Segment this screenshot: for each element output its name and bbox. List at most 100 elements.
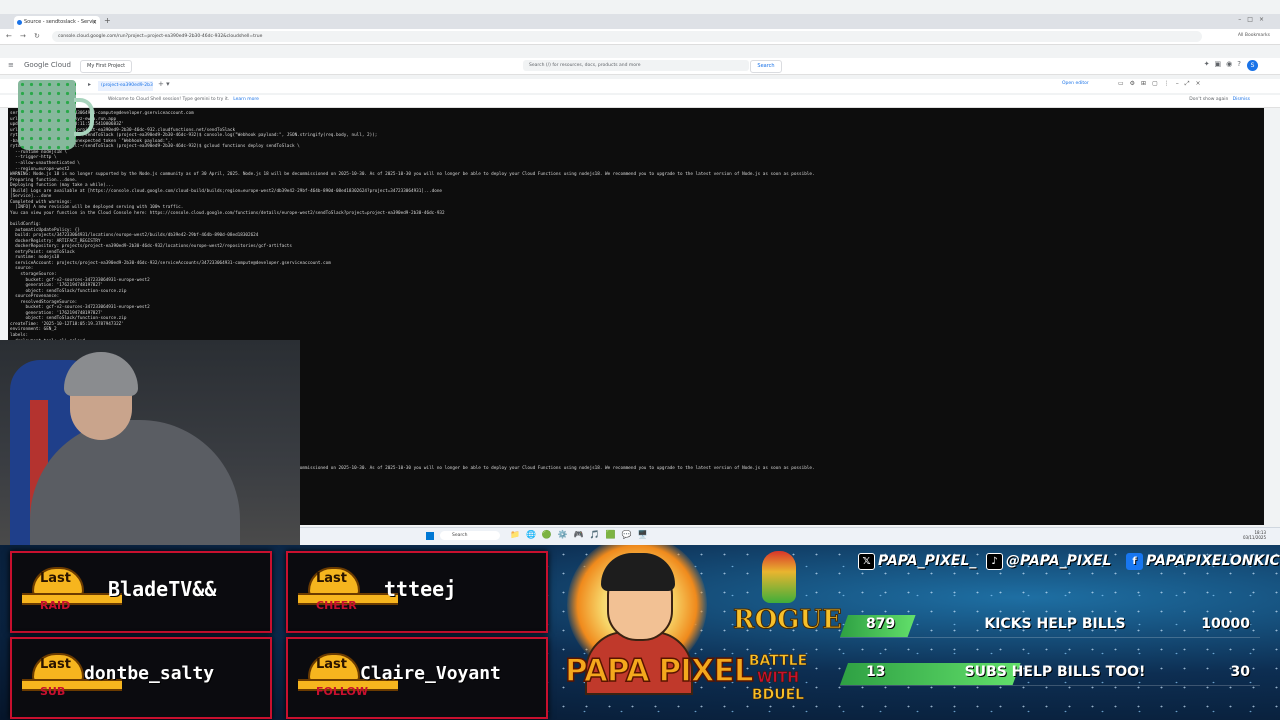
terminal-line: --region=europe-west2 — [10, 166, 70, 172]
terminal-line: [Build] Logs are available at [https://c… — [10, 188, 443, 194]
social-x: 𝕏 PAPA_PIXEL_ — [858, 553, 976, 570]
parrot-icon — [762, 551, 796, 603]
new-tab-icon[interactable]: + — [104, 16, 111, 25]
project-picker[interactable]: My First Project — [80, 60, 133, 73]
subs-label: SUBS HELP BILLS TOO! — [964, 664, 1146, 680]
terminal-line: environment: GEN_2 — [10, 327, 57, 333]
forward-icon[interactable]: → — [20, 32, 26, 40]
battle-with-bduel: BATTLE WITH BDUEL — [748, 653, 808, 704]
terminal-line: sourceProvenance: — [10, 294, 60, 300]
webcam-feed — [0, 340, 300, 545]
mug-image — [18, 80, 76, 150]
menu-icon[interactable]: ≡ — [8, 61, 14, 69]
google-cloud-logo[interactable]: Google Cloud — [24, 61, 71, 69]
terminal-icon: ▸ — [88, 81, 92, 88]
terminal-line: --allow-unauthenticated \ — [10, 160, 80, 166]
browser-tab[interactable]: Source - sendtoslack - Servic × — [14, 16, 100, 29]
taskbar-app-icons[interactable]: 📁🌐🟢⚙️🎮🎵🟩💬🖥️ — [510, 530, 654, 539]
terminal-line: resolvedStorageSource: — [10, 299, 78, 305]
last-cheer-badge: Last CHEER — [298, 567, 398, 617]
reload-icon[interactable]: ↻ — [34, 32, 40, 40]
social-tiktok: ♪ @PAPA_PIXEL — [986, 553, 1111, 570]
subs-goal-bar: 13 SUBS HELP BILLS TOO! 30 — [840, 663, 1260, 686]
mug-handle — [74, 98, 94, 136]
dismiss-button[interactable]: Dismiss — [1233, 97, 1250, 102]
shell-toolbar-icons[interactable]: ▭⚙⊞▢⋮–⤢× — [1118, 80, 1207, 88]
subs-current: 13 — [866, 664, 886, 680]
terminal-line: buildConfig: — [10, 222, 42, 227]
close-tab-icon[interactable]: × — [92, 16, 97, 29]
terminal-line: dockerRepository: projects/project-ea390… — [10, 244, 292, 250]
cloud-favicon-icon — [17, 20, 22, 25]
open-editor-button[interactable]: Open editor — [1062, 81, 1089, 86]
terminal-line: serviceAccount: projects/project-ea390ed… — [10, 260, 331, 266]
learn-more-link[interactable]: Learn more — [233, 97, 259, 102]
streamer-beanie — [64, 352, 138, 396]
rogue-logo: ROGUE — [733, 605, 843, 636]
last-raid-name: BladeTV&& — [108, 577, 217, 601]
last-follow-panel: Last FOLLOW Claire_Voyant — [286, 637, 548, 719]
terminal-line: storageSource: — [10, 271, 57, 277]
cloud-console-header: ≡ Google Cloud My First Project Search (… — [0, 58, 1280, 75]
terminal-line: dockerRegistry: ARTIFACT_REGISTRY — [10, 238, 101, 244]
terminal-line: entryPoint: sendToSlack — [10, 249, 75, 255]
avatar[interactable]: S — [1247, 60, 1258, 71]
last-follow-name: Claire_Voyant — [360, 663, 501, 684]
kicks-goal-bar: 879 KICKS HELP BILLS 10000 — [840, 615, 1260, 638]
terminal-line: build: projects/347233064931/locations/e… — [10, 233, 259, 239]
tiktok-icon: ♪ — [986, 553, 1003, 570]
subs-target: 30 — [1230, 664, 1250, 680]
taskbar-clock: 18:13 03/11/2025 — [1242, 530, 1266, 540]
window-controls[interactable]: –□× — [1238, 16, 1270, 23]
taskbar-search[interactable]: Search — [440, 531, 500, 540]
kicks-current: 879 — [866, 616, 896, 632]
last-sub-name: dontbe_salty — [84, 663, 215, 684]
terminal-line: bucket: gcf-v2-sources-347233064931-euro… — [10, 305, 150, 311]
papa-pixel-mascot: PAPA PIXEL — [545, 545, 754, 720]
console-search-input[interactable]: Search (/) for resources, docs, products… — [523, 60, 749, 71]
terminal-line: automaticUpdatePolicy: {} — [10, 227, 80, 233]
terminal-line: source: — [10, 266, 34, 272]
desktop-screen: Source - sendtoslack - Servic × + –□× ← … — [0, 0, 1280, 547]
info-actions: Don't show again Dismiss — [1189, 97, 1250, 102]
x-icon: 𝕏 — [858, 553, 875, 570]
terminal-line: object: sendToSlack/function-source.zip — [10, 288, 127, 294]
search-button[interactable]: Search — [750, 60, 782, 73]
terminal-line: [Service]...done — [10, 194, 52, 200]
last-follow-badge: Last FOLLOW — [298, 653, 398, 703]
terminal-line: labels: — [10, 333, 29, 338]
papa-pixel-logo: PAPA PIXEL — [564, 652, 754, 690]
all-bookmarks[interactable]: All Bookmarks — [1238, 33, 1270, 38]
terminal-line: bucket: gcf-v2-sources-347233064931-euro… — [10, 277, 150, 283]
cloud-shell-tabbar: ▸ (project-ea390ed9-2b30-46dc-932) + ▾ O… — [0, 79, 1280, 93]
kicks-target: 10000 — [1201, 616, 1250, 632]
terminal-line: Deploying function (may take a while)... — [10, 183, 114, 189]
stream-overlay: Last RAID BladeTV&& Last CHEER ttteej Last… — [0, 545, 1280, 720]
terminal-line: You can view your function in the Cloud … — [10, 210, 445, 216]
terminal-line: generation: '1762194748197827' — [10, 283, 104, 289]
dont-show-again-button[interactable]: Don't show again — [1189, 97, 1228, 102]
last-cheer-name: ttteej — [384, 577, 457, 601]
shell-info-banner: Welcome to Cloud Shell session! Type gem… — [0, 95, 1280, 108]
last-raid-badge: Last RAID — [22, 567, 122, 617]
kicks-label: KICKS HELP BILLS — [984, 616, 1126, 632]
terminal-line: WARNING: Node.js 18 is no longer support… — [10, 172, 815, 178]
address-bar[interactable]: console.cloud.google.com/run?project=pro… — [52, 31, 1202, 42]
terminal-line: [INFO] A new revision will be deployed s… — [10, 205, 184, 211]
last-cheer-panel: Last CHEER ttteej — [286, 551, 548, 633]
windows-start-icon[interactable] — [426, 532, 434, 540]
info-text: Welcome to Cloud Shell session! Type gem… — [108, 97, 259, 102]
terminal-line: --trigger-http \ — [10, 155, 57, 161]
shell-session-tab[interactable]: (project-ea390ed9-2b30-46dc-932) — [98, 81, 153, 91]
social-facebook: f PAPAPIXELONKICK — [1126, 553, 1280, 570]
terminal-line: object: sendToSlack/function-source.zip — [10, 316, 127, 322]
terminal-line: runtime: nodejs18 — [10, 255, 60, 261]
tab-title: Source - sendtoslack - Servic — [24, 19, 97, 25]
terminal-line: Preparing function...done. — [10, 177, 78, 183]
browser-tab-strip: Source - sendtoslack - Servic × + –□× — [0, 14, 1280, 29]
back-icon[interactable]: ← — [6, 32, 12, 40]
last-sub-panel: Last SUB dontbe_salty — [10, 637, 272, 719]
last-sub-badge: Last SUB — [22, 653, 122, 703]
last-raid-panel: Last RAID BladeTV&& — [10, 551, 272, 633]
add-session-icon[interactable]: + ▾ — [158, 80, 170, 88]
